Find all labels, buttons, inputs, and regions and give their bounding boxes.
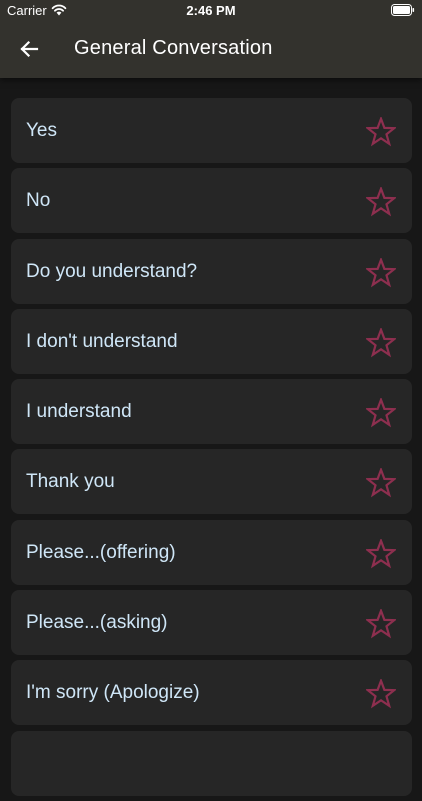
phrase-label: I understand xyxy=(26,401,132,423)
phrase-item-thank-you[interactable]: Thank you xyxy=(11,449,412,515)
phrase-item-i-dont-understand[interactable]: I don't understand xyxy=(11,308,412,374)
phrase-label: Please...(offering) xyxy=(26,541,176,563)
phrase-label: Thank you xyxy=(26,471,115,493)
phrase-label: I don't understand xyxy=(26,330,178,352)
status-bar: Carrier 2:46 PM xyxy=(0,0,422,22)
app-bar: Carrier 2:46 PM General Conversation xyxy=(0,0,422,78)
phrase-item-i-understand[interactable]: I understand xyxy=(11,379,412,445)
star-icon[interactable] xyxy=(366,117,396,147)
back-button[interactable] xyxy=(14,36,44,62)
phrase-label: I'm sorry (Apologize) xyxy=(26,682,200,704)
phrase-label: Please...(asking) xyxy=(26,612,168,634)
phrase-label: Yes xyxy=(26,120,57,141)
star-icon[interactable] xyxy=(366,679,396,709)
star-icon[interactable] xyxy=(366,538,396,569)
page-title: General Conversation xyxy=(74,37,273,59)
star-icon[interactable] xyxy=(366,468,396,498)
phrase-item-partial[interactable] xyxy=(11,730,412,796)
phrase-list: Yes No Do you understand? I don't unders… xyxy=(11,98,412,801)
star-icon[interactable] xyxy=(366,187,396,217)
status-time: 2:46 PM xyxy=(186,3,236,18)
phrase-label: No xyxy=(26,190,51,212)
phrase-item-do-you-understand[interactable]: Do you understand? xyxy=(11,238,412,304)
phrase-item-yes[interactable]: Yes xyxy=(11,98,412,163)
battery-icon xyxy=(391,4,415,19)
phrase-label: Do you understand? xyxy=(26,260,198,282)
phrase-item-please-offering[interactable]: Please...(offering) xyxy=(11,519,412,585)
star-icon[interactable] xyxy=(366,398,396,428)
star-icon[interactable] xyxy=(366,327,396,358)
star-icon[interactable] xyxy=(366,609,396,639)
back-arrow-icon xyxy=(20,40,39,58)
phrase-item-im-sorry[interactable]: I'm sorry (Apologize) xyxy=(11,660,412,726)
star-icon[interactable] xyxy=(366,257,396,288)
phrase-item-no[interactable]: No xyxy=(11,168,412,234)
phrase-item-please-asking[interactable]: Please...(asking) xyxy=(11,590,412,656)
